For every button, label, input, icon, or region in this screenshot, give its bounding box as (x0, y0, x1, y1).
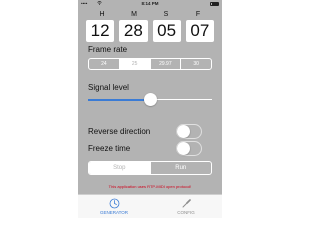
tab-generator-label: GENERATOR (99, 210, 129, 215)
frame-rate-selector: 24 25 29.97 30 (88, 58, 212, 70)
toggle-knob (177, 142, 190, 155)
frame-rate-option-24[interactable]: 24 (89, 59, 119, 69)
timecode-label-seconds: S (163, 11, 169, 18)
frame-rate-option-29-97[interactable]: 29.97 (149, 59, 181, 69)
status-bar: •••• 8:14 PM (78, 0, 222, 8)
tab-config-label: CONFIG (177, 210, 195, 215)
run-button[interactable]: Run (149, 162, 212, 174)
timecode-label-minutes: M (131, 11, 137, 18)
transport-control: Stop Run (88, 161, 212, 175)
tab-generator[interactable]: GENERATOR (78, 195, 150, 218)
timecode-seconds-field[interactable]: 05 (152, 20, 181, 42)
timecode-labels: H M S F (86, 11, 214, 18)
tab-config[interactable]: CONFIG (150, 195, 222, 218)
timecode-hours-field[interactable]: 12 (86, 20, 115, 42)
timecode-frames-field[interactable]: 07 (185, 20, 214, 42)
protocol-notice: This application uses RTP-MIDI open prot… (108, 184, 192, 189)
timecode-fields: 12 28 05 07 (86, 20, 214, 42)
tab-bar: GENERATOR CONFIG (78, 194, 222, 218)
screwdriver-icon (181, 198, 192, 209)
timecode-label-hours: H (99, 11, 105, 18)
app-screen: •••• 8:14 PM H M S F 12 28 05 07 Frame r… (78, 0, 222, 218)
status-time: 8:14 PM (141, 1, 159, 6)
toggle-knob (177, 125, 190, 138)
battery-icon (210, 1, 219, 6)
frame-rate-option-30[interactable]: 30 (180, 59, 211, 69)
freeze-time-label: Freeze time (88, 144, 131, 153)
stop-button[interactable]: Stop (89, 162, 150, 174)
timecode-label-frames: F (195, 11, 201, 18)
freeze-time-toggle[interactable] (176, 141, 202, 156)
reverse-direction-label: Reverse direction (88, 127, 151, 136)
clock-icon (109, 198, 120, 209)
timecode-minutes-field[interactable]: 28 (119, 20, 148, 42)
signal-level-label: Signal level (88, 83, 129, 92)
frame-rate-label: Frame rate (88, 45, 128, 54)
signal-level-fill (88, 99, 150, 101)
frame-rate-option-25[interactable]: 25 (118, 59, 150, 69)
reverse-direction-toggle[interactable] (176, 124, 202, 139)
signal-level-slider-thumb[interactable] (143, 93, 157, 106)
